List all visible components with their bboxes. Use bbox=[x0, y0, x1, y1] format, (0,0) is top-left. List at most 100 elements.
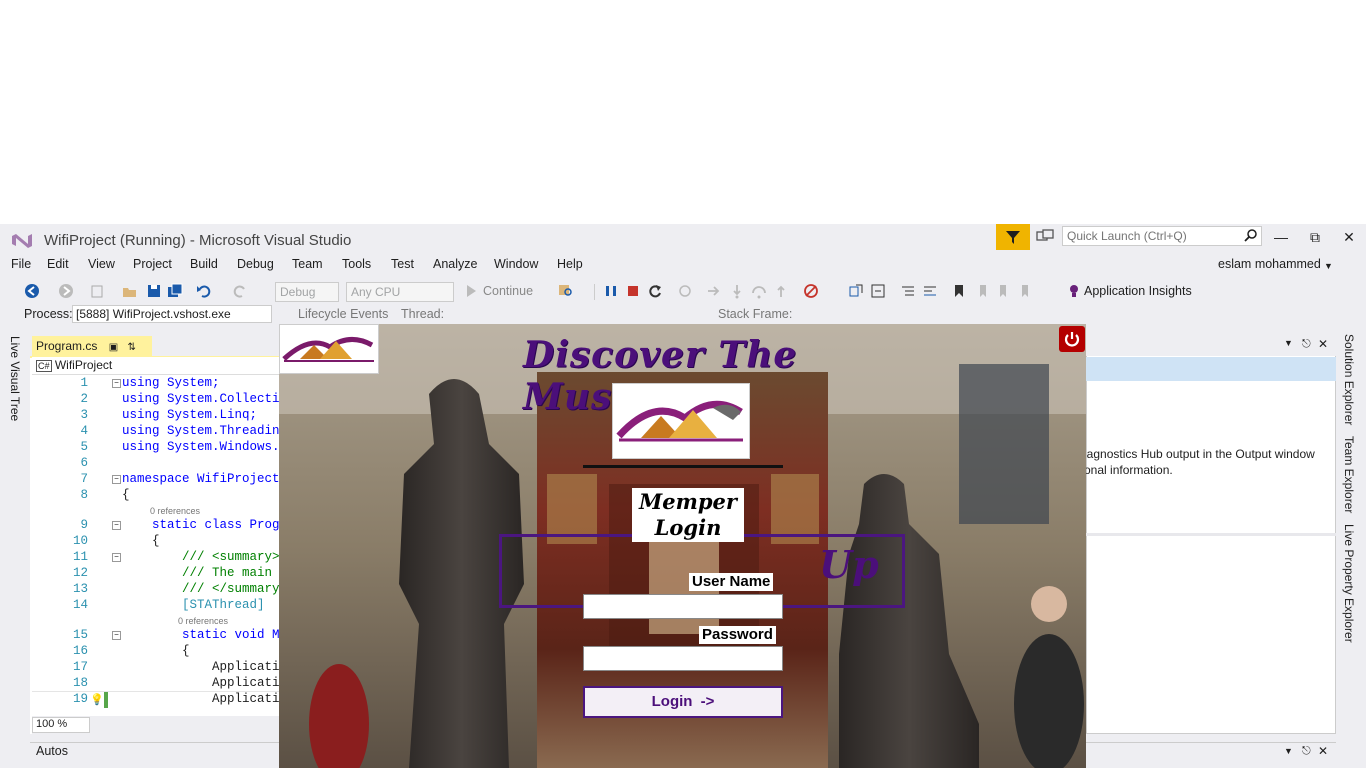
code-line[interactable]: 4 using System.Threading bbox=[32, 424, 280, 440]
save-all-icon[interactable] bbox=[167, 283, 183, 299]
search-icon[interactable] bbox=[1244, 228, 1258, 242]
collapse-icon[interactable] bbox=[870, 283, 886, 299]
process-dropdown[interactable]: [5888] WifiProject.vshost.exe bbox=[72, 305, 272, 323]
configuration-dropdown[interactable]: Debug bbox=[275, 282, 339, 302]
code-line[interactable]: 8{ bbox=[32, 488, 280, 504]
account-name[interactable]: eslam mohammed bbox=[1218, 257, 1321, 271]
application-insights-button[interactable]: Application Insights bbox=[1084, 284, 1192, 298]
code-line[interactable]: 14 [STAThread] bbox=[32, 598, 280, 614]
find-icon[interactable] bbox=[558, 283, 574, 299]
live-property-explorer-tab[interactable]: Live Property Explorer bbox=[1342, 524, 1356, 643]
menu-project[interactable]: Project bbox=[133, 257, 172, 271]
username-input[interactable] bbox=[583, 594, 783, 619]
team-explorer-tab[interactable]: Team Explorer bbox=[1342, 436, 1356, 513]
code-line[interactable]: 13 /// </summary> bbox=[32, 582, 280, 598]
lifecycle-events-dropdown[interactable]: Lifecycle Events bbox=[298, 307, 388, 321]
menu-file[interactable]: File bbox=[11, 257, 31, 271]
code-line[interactable]: 1 using System; − bbox=[32, 376, 280, 392]
open-file-icon[interactable] bbox=[122, 283, 138, 299]
uncomment-icon[interactable] bbox=[922, 283, 938, 299]
collapse-region-icon[interactable]: − bbox=[112, 521, 121, 530]
step-into-icon[interactable] bbox=[729, 283, 745, 299]
quick-launch-input[interactable] bbox=[1062, 226, 1262, 246]
menu-window[interactable]: Window bbox=[494, 257, 538, 271]
collapse-region-icon[interactable]: − bbox=[112, 475, 121, 484]
minimize-button[interactable]: — bbox=[1266, 226, 1296, 248]
restart-icon[interactable] bbox=[647, 283, 663, 299]
code-lens-references[interactable]: 0 references bbox=[150, 506, 200, 516]
chevron-down-icon[interactable]: ▼ bbox=[1284, 338, 1293, 348]
close-icon[interactable]: ✕ bbox=[1318, 337, 1328, 351]
solution-navigator-icon[interactable] bbox=[848, 283, 864, 299]
solution-explorer-tab[interactable]: Solution Explorer bbox=[1342, 334, 1356, 425]
clear-bookmarks-icon[interactable] bbox=[1018, 283, 1034, 299]
collapse-region-icon[interactable]: − bbox=[112, 553, 121, 562]
quick-actions-lightbulb-icon[interactable]: 💡 bbox=[90, 693, 104, 707]
menu-view[interactable]: View bbox=[88, 257, 115, 271]
menu-tools[interactable]: Tools bbox=[342, 257, 371, 271]
menu-test[interactable]: Test bbox=[391, 257, 414, 271]
exit-button[interactable] bbox=[1059, 326, 1085, 352]
pause-icon[interactable] bbox=[603, 283, 619, 299]
collapse-region-icon[interactable]: − bbox=[112, 631, 121, 640]
pin-icon[interactable]: ⎋ bbox=[1302, 338, 1311, 351]
back-icon[interactable] bbox=[24, 283, 40, 299]
comment-icon[interactable] bbox=[900, 283, 916, 299]
collapse-region-icon[interactable]: − bbox=[112, 379, 121, 388]
zoom-dropdown[interactable]: 100 % bbox=[32, 717, 90, 733]
lightbulb-icon[interactable] bbox=[1066, 283, 1082, 299]
menu-debug[interactable]: Debug bbox=[237, 257, 274, 271]
code-line[interactable]: 17 Application bbox=[32, 660, 280, 676]
menu-help[interactable]: Help bbox=[557, 257, 583, 271]
code-line[interactable]: 3 using System.Linq; bbox=[32, 408, 280, 424]
step-over-icon[interactable] bbox=[751, 283, 767, 299]
pin-icon[interactable]: ▣ bbox=[109, 342, 118, 353]
show-next-statement-icon[interactable] bbox=[706, 283, 722, 299]
code-line[interactable]: 15 static void Ma − bbox=[32, 628, 280, 644]
autos-tab[interactable]: Autos bbox=[36, 744, 68, 758]
menu-build[interactable]: Build bbox=[190, 257, 218, 271]
login-button[interactable]: Login -> bbox=[583, 686, 783, 718]
code-line[interactable]: 16 { bbox=[32, 644, 280, 660]
code-line[interactable]: 18 Application bbox=[32, 676, 280, 692]
tab-program-cs[interactable]: Program.cs ▣ ⇅ ✕ bbox=[32, 336, 152, 367]
refresh-icon[interactable] bbox=[677, 283, 693, 299]
split-icon[interactable]: ⇅ bbox=[128, 342, 136, 353]
code-line[interactable]: 2 using System.Collection bbox=[32, 392, 280, 408]
step-out-icon[interactable] bbox=[773, 283, 789, 299]
code-line[interactable]: 7 namespace WifiProject − bbox=[32, 472, 280, 488]
stop-icon[interactable] bbox=[625, 283, 641, 299]
code-lens-references[interactable]: 0 references bbox=[178, 616, 228, 626]
chevron-down-icon[interactable]: ▼ bbox=[1324, 261, 1333, 271]
chevron-down-icon[interactable]: ▼ bbox=[1284, 746, 1293, 756]
menu-team[interactable]: Team bbox=[292, 257, 323, 271]
code-line[interactable]: 12 /// The main e bbox=[32, 566, 280, 582]
code-area[interactable]: 1 using System; −2 using System.Collection 3… bbox=[32, 376, 280, 708]
code-line[interactable]: 9 static class Progra − bbox=[32, 518, 280, 534]
save-icon[interactable] bbox=[146, 283, 162, 299]
next-bookmark-icon[interactable] bbox=[996, 283, 1012, 299]
previous-bookmark-icon[interactable] bbox=[974, 283, 990, 299]
code-line[interactable]: 10 { bbox=[32, 534, 280, 550]
continue-button[interactable]: Continue bbox=[483, 284, 533, 298]
forward-icon[interactable] bbox=[58, 283, 74, 299]
notifications-button[interactable] bbox=[996, 224, 1030, 250]
live-visual-tree-tab[interactable]: Live Visual Tree bbox=[8, 336, 22, 421]
password-input[interactable] bbox=[583, 646, 783, 671]
code-line[interactable]: 5 using System.Windows.Fo bbox=[32, 440, 280, 456]
continue-icon[interactable] bbox=[463, 283, 479, 299]
pin-icon[interactable]: ⎋ bbox=[1302, 745, 1311, 758]
menu-edit[interactable]: Edit bbox=[47, 257, 69, 271]
redo-icon[interactable] bbox=[232, 283, 248, 299]
feedback-icon[interactable] bbox=[1036, 229, 1054, 245]
code-line[interactable]: 11 /// <summary> − bbox=[32, 550, 280, 566]
close-icon[interactable]: ✕ bbox=[1318, 744, 1328, 758]
code-line[interactable]: 6 bbox=[32, 456, 280, 472]
code-line[interactable]: 19 Application 💡 bbox=[32, 691, 280, 708]
menu-analyze[interactable]: Analyze bbox=[433, 257, 477, 271]
platform-dropdown[interactable]: Any CPU bbox=[346, 282, 454, 302]
exception-settings-icon[interactable] bbox=[803, 283, 819, 299]
bookmark-icon[interactable] bbox=[951, 283, 967, 299]
undo-icon[interactable] bbox=[196, 283, 212, 299]
close-button[interactable]: ✕ bbox=[1334, 226, 1364, 248]
